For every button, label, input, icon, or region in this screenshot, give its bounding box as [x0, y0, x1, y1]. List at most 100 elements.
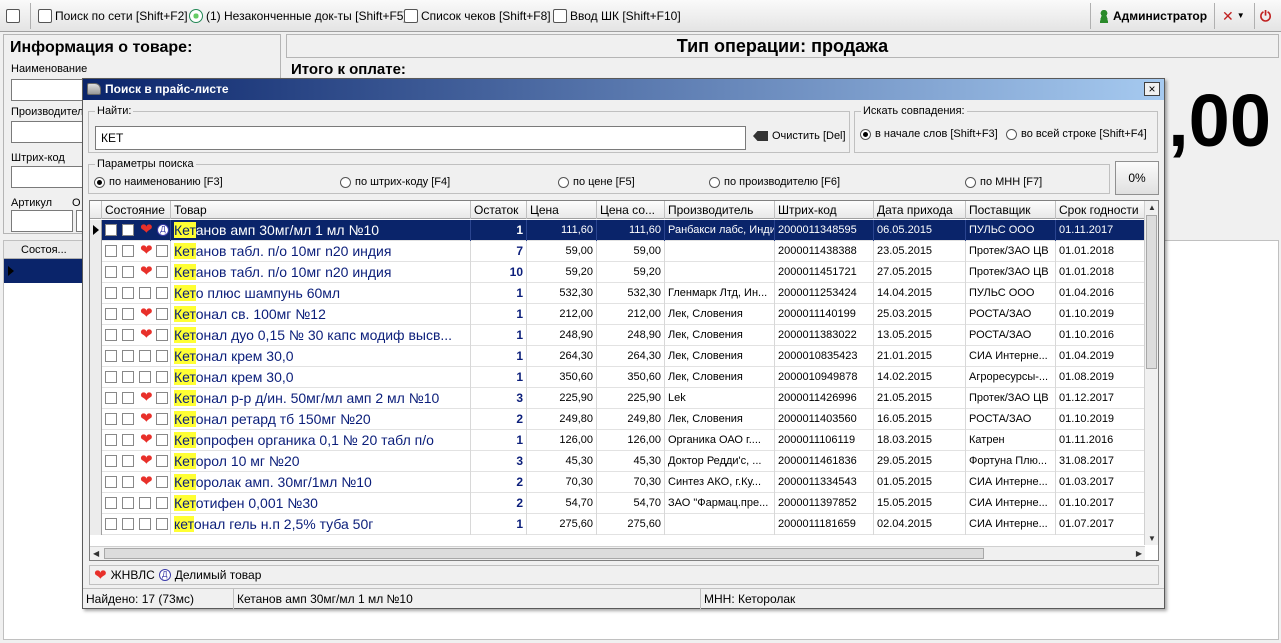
scroll-right-icon[interactable]: ▶ [1136, 549, 1142, 558]
state-box [122, 518, 134, 530]
row-indicator[interactable] [90, 472, 102, 493]
article-field[interactable] [11, 210, 73, 232]
grid-header: Состояние Товар Остаток Цена Цена со... … [90, 201, 1158, 219]
horizontal-scrollbar[interactable]: ◀ ▶ [90, 546, 1145, 560]
table-row[interactable]: ❤ Кетонал р-р д/ин. 50мг/мл амп 2 мл №10 3… [90, 388, 1146, 409]
match-group: Искать совпадения: в начале слов [Shift+… [854, 105, 1158, 153]
manufacturer-field[interactable] [11, 121, 91, 143]
table-row[interactable]: ❤ Кетанов табл. п/о 10мг n20 индия 7 59,00 5… [90, 241, 1146, 262]
price-with-cell: 212,00 [597, 304, 665, 325]
scroll-up-icon[interactable]: ▲ [1148, 203, 1156, 212]
row-indicator[interactable] [90, 346, 102, 367]
row-indicator[interactable] [90, 304, 102, 325]
search-input[interactable]: КЕТ [95, 126, 746, 150]
expiry-cell: 01.01.2018 [1056, 262, 1146, 283]
receipts-list-button[interactable]: Список чеков [Shift+F8] [404, 6, 551, 26]
row-indicator[interactable] [90, 283, 102, 304]
match-highlight: Кет [174, 348, 196, 364]
table-row[interactable]: ❤ Кетонал св. 100мг №12 1 212,00 212,00 Лек, … [90, 304, 1146, 325]
row-indicator[interactable] [90, 388, 102, 409]
product-name-rest: онал св. 100мг №12 [195, 306, 326, 322]
clear-button[interactable]: Очистить [Del] [753, 130, 846, 142]
receipt-state-header[interactable]: Состоя... [4, 241, 82, 259]
by-mnn-radio[interactable]: по МНН [F7] [965, 176, 1042, 188]
user-menu[interactable]: Администратор [1098, 6, 1207, 26]
col-state[interactable]: Состояние [102, 201, 171, 219]
row-indicator[interactable] [90, 493, 102, 514]
row-indicator[interactable] [90, 451, 102, 472]
match-anywhere-radio[interactable]: во всей строке [Shift+F4] [1006, 128, 1147, 140]
settings-button[interactable]: ✕ ▼ [1222, 6, 1245, 26]
state-box [139, 371, 151, 383]
col-product[interactable]: Товар [171, 201, 471, 219]
by-manufacturer-radio[interactable]: по производителю [F6] [709, 176, 840, 188]
power-button[interactable]: ⏻ [1260, 6, 1271, 26]
supplier-cell: Протек/ЗАО ЦВ [966, 241, 1056, 262]
row-indicator[interactable] [90, 514, 102, 535]
table-row[interactable]: ❤ Кетонал ретард тб 150мг №20 2 249,80 249,8… [90, 409, 1146, 430]
scroll-down-icon[interactable]: ▼ [1148, 534, 1156, 543]
product-name-cell: Кетопрофен органика 0,1 № 20 табл п/о [171, 430, 471, 451]
manufacturer-cell [665, 262, 775, 283]
col-stock[interactable]: Остаток [471, 201, 527, 219]
supplier-cell: СИА Интерне... [966, 514, 1056, 535]
table-row[interactable]: кетонал гель н.п 2,5% туба 50г 1 275,60 275… [90, 514, 1146, 535]
by-barcode-label: по штрих-коду [F4] [355, 176, 451, 188]
barcode-input-button[interactable]: Ввод ШК [Shift+F10] [553, 6, 681, 26]
state-box [122, 266, 134, 278]
row-indicator[interactable] [90, 325, 102, 346]
table-row[interactable]: Кетотифен 0,001 №30 2 54,70 54,70 ЗАО "Фарма… [90, 493, 1146, 514]
price-list-search-dialog: Поиск в прайс-листе × Найти: КЕТ Очистит… [82, 78, 1165, 609]
state-box [105, 455, 117, 467]
table-row[interactable]: Кето плюс шампунь 60мл 1 532,30 532,30 Гленм… [90, 283, 1146, 304]
by-price-radio[interactable]: по цене [F5] [558, 176, 635, 188]
barcode-field[interactable] [11, 166, 91, 188]
scroll-left-icon[interactable]: ◀ [93, 549, 99, 558]
col-barcode[interactable]: Штрих-код [775, 201, 874, 219]
row-indicator[interactable] [90, 409, 102, 430]
col-supplier[interactable]: Поставщик [966, 201, 1056, 219]
name-field[interactable] [11, 79, 91, 101]
heart-icon: ❤ [140, 410, 153, 427]
state-cell: ❤ [102, 262, 171, 283]
product-name-rest: онал крем 30,0 [195, 348, 294, 364]
col-arrival-date[interactable]: Дата прихода [874, 201, 966, 219]
unfinished-docs-button[interactable]: (1) Незаконченные док-ты [Shift+F5] [189, 6, 407, 26]
edit-button[interactable] [6, 6, 20, 26]
row-indicator[interactable] [90, 367, 102, 388]
table-row[interactable]: ❤ Кетанов табл. п/о 10мг n20 индия 10 59,20… [90, 262, 1146, 283]
col-manufacturer[interactable]: Производитель [665, 201, 775, 219]
row-indicator[interactable] [90, 220, 102, 241]
by-name-radio[interactable]: по наименованию [F3] [94, 176, 223, 188]
state-box [122, 455, 134, 467]
table-row[interactable]: Кетонал крем 30,0 1 350,60 350,60 Лек, Слове… [90, 367, 1146, 388]
table-row[interactable]: ❤ Д Кетанов амп 30мг/мл 1 мл №10 1 111,60 111… [90, 220, 1146, 241]
progress-button[interactable]: 0% [1115, 161, 1159, 195]
table-row[interactable]: Кетонал крем 30,0 1 264,30 264,30 Лек, Слове… [90, 346, 1146, 367]
network-search-button[interactable]: Поиск по сети [Shift+F2] [38, 6, 188, 26]
col-price[interactable]: Цена [527, 201, 597, 219]
match-start-radio[interactable]: в начале слов [Shift+F3] [860, 128, 998, 140]
table-row[interactable]: ❤ Кетонал дуо 0,15 № 30 капс модиф высв..… [90, 325, 1146, 346]
product-name-rest: о плюс шампунь 60мл [195, 285, 341, 301]
vertical-scrollbar[interactable]: ▲ ▼ [1144, 201, 1158, 545]
vertical-scroll-thumb[interactable] [1146, 215, 1157, 369]
col-expiry[interactable]: Срок годности [1056, 201, 1146, 219]
col-price-with[interactable]: Цена со... [597, 201, 665, 219]
row-indicator-icon [8, 266, 14, 276]
row-indicator[interactable] [90, 262, 102, 283]
state-box [156, 371, 168, 383]
close-button[interactable]: × [1144, 82, 1160, 96]
row-indicator[interactable] [90, 241, 102, 262]
table-row[interactable]: ❤ Кетопрофен органика 0,1 № 20 табл п/о 1 1… [90, 430, 1146, 451]
table-row[interactable]: ❤ Кеторол 10 мг №20 3 45,30 45,30 Доктор Редд… [90, 451, 1146, 472]
state-box [122, 392, 134, 404]
horizontal-scroll-thumb[interactable] [104, 548, 984, 559]
dialog-titlebar[interactable]: Поиск в прайс-листе × [83, 79, 1164, 100]
table-row[interactable]: ❤ Кеторолак амп. 30мг/1мл №10 2 70,30 70,30 С… [90, 472, 1146, 493]
receipt-selected-row[interactable] [4, 259, 82, 283]
row-indicator[interactable] [90, 430, 102, 451]
manufacturer-cell: Лек, Словения [665, 367, 775, 388]
state-box [122, 371, 134, 383]
by-barcode-radio[interactable]: по штрих-коду [F4] [340, 176, 450, 188]
